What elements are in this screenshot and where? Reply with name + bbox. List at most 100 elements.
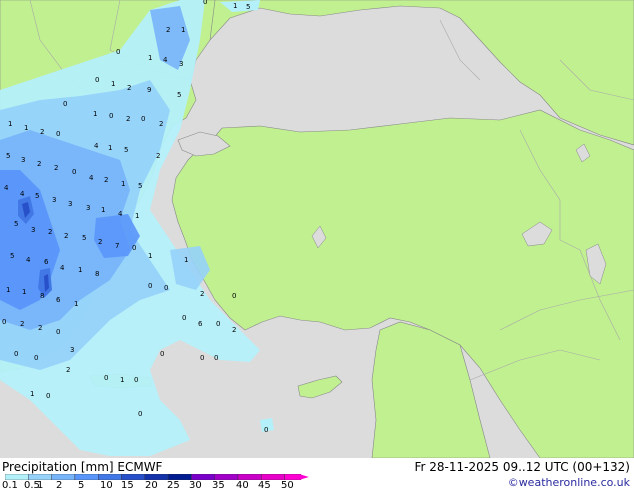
svg-text:8: 8: [95, 270, 99, 278]
svg-text:1: 1: [78, 266, 82, 274]
svg-text:0: 0: [104, 374, 108, 382]
svg-text:3: 3: [86, 204, 90, 212]
svg-text:1: 1: [135, 212, 139, 220]
svg-text:1: 1: [101, 206, 105, 214]
map-title: Precipitation [mm] ECMWF: [2, 460, 163, 474]
svg-text:6: 6: [56, 296, 61, 304]
svg-text:2: 2: [126, 115, 130, 123]
svg-text:1: 1: [30, 390, 34, 398]
svg-text:0: 0: [138, 410, 142, 418]
svg-text:1: 1: [24, 124, 28, 132]
svg-text:3: 3: [21, 156, 25, 164]
svg-text:5: 5: [35, 192, 39, 200]
svg-text:1: 1: [74, 300, 78, 308]
svg-text:0: 0: [14, 350, 18, 358]
legend-tick-label: 2: [56, 480, 63, 491]
legend-tick-label: 45: [258, 480, 271, 491]
svg-text:6: 6: [198, 320, 203, 328]
svg-text:1: 1: [8, 120, 12, 128]
precipitation-map[interactable]: 0 1 5 2 1 0 1 4 3 0 1 2 9 5 0 1 0 2 0 2 1 1 2 0 4 1 5 2 5 3 2 2 0…: [0, 0, 634, 458]
legend-tick-label: 0.1: [2, 480, 18, 491]
svg-text:0: 0: [56, 130, 60, 138]
svg-text:0: 0: [72, 168, 76, 176]
legend-tick-label: 40: [236, 480, 249, 491]
svg-text:5: 5: [246, 3, 250, 11]
run-info: Fr 28-11-2025 09..12 UTC (00+132): [414, 460, 630, 474]
svg-text:0: 0: [56, 328, 60, 336]
legend-tick-label: 20: [145, 480, 158, 491]
svg-text:0: 0: [203, 0, 207, 6]
svg-text:4: 4: [60, 264, 65, 272]
svg-text:4: 4: [20, 190, 25, 198]
svg-text:4: 4: [89, 174, 94, 182]
svg-text:2: 2: [166, 26, 170, 34]
svg-text:0: 0: [182, 314, 186, 322]
svg-text:3: 3: [68, 200, 72, 208]
svg-text:7: 7: [115, 242, 119, 250]
svg-text:5: 5: [14, 220, 18, 228]
svg-text:3: 3: [179, 60, 183, 68]
svg-text:2: 2: [200, 290, 204, 298]
svg-text:0: 0: [95, 76, 99, 84]
svg-text:4: 4: [26, 256, 31, 264]
svg-text:1: 1: [111, 80, 115, 88]
svg-text:2: 2: [232, 326, 236, 334]
svg-text:2: 2: [127, 84, 131, 92]
svg-text:6: 6: [44, 258, 49, 266]
svg-text:0: 0: [216, 320, 220, 328]
svg-text:0: 0: [141, 115, 145, 123]
svg-text:0: 0: [109, 112, 113, 120]
svg-text:2: 2: [156, 152, 160, 160]
svg-text:0: 0: [116, 48, 120, 56]
svg-text:3: 3: [31, 226, 35, 234]
svg-text:4: 4: [163, 56, 168, 64]
legend-tick-label: 5: [78, 480, 85, 491]
svg-text:0: 0: [214, 354, 218, 362]
map-canvas: 0 1 5 2 1 0 1 4 3 0 1 2 9 5 0 1 0 2 0 2 1 1 2 0 4 1 5 2 5 3 2 2 0…: [0, 0, 634, 458]
svg-text:2: 2: [104, 176, 108, 184]
svg-text:2: 2: [66, 366, 70, 374]
svg-text:5: 5: [124, 146, 128, 154]
svg-text:2: 2: [38, 324, 42, 332]
legend-tick-label: 10: [100, 480, 113, 491]
svg-text:5: 5: [82, 234, 86, 242]
svg-text:0: 0: [264, 426, 268, 434]
legend-arrow: [298, 474, 309, 480]
svg-text:5: 5: [10, 252, 14, 260]
svg-text:0: 0: [232, 292, 236, 300]
svg-text:0: 0: [134, 376, 138, 384]
legend-tick-label: 15: [121, 480, 134, 491]
svg-text:5: 5: [138, 182, 142, 190]
svg-text:0: 0: [34, 354, 38, 362]
svg-text:1: 1: [148, 252, 152, 260]
svg-text:0: 0: [46, 392, 50, 400]
svg-text:1: 1: [22, 288, 26, 296]
svg-text:4: 4: [94, 142, 99, 150]
svg-text:1: 1: [6, 286, 10, 294]
credit-link[interactable]: ©weatheronline.co.uk: [508, 476, 630, 489]
svg-text:1: 1: [93, 110, 97, 118]
svg-text:2: 2: [64, 232, 68, 240]
svg-text:1: 1: [108, 144, 112, 152]
legend-tick-label: 30: [189, 480, 202, 491]
svg-text:0: 0: [2, 318, 6, 326]
svg-text:1: 1: [233, 2, 237, 10]
legend-tick-label: 50: [281, 480, 294, 491]
svg-text:1: 1: [120, 376, 124, 384]
svg-text:2: 2: [20, 320, 24, 328]
svg-text:2: 2: [48, 228, 52, 236]
footer: Precipitation [mm] ECMWF Fr 28-11-2025 0…: [0, 458, 634, 491]
svg-text:4: 4: [4, 184, 9, 192]
svg-text:5: 5: [6, 152, 10, 160]
legend-tick-label: 25: [167, 480, 180, 491]
svg-text:0: 0: [200, 354, 204, 362]
svg-text:0: 0: [160, 350, 164, 358]
svg-text:0: 0: [132, 244, 136, 252]
svg-text:1: 1: [181, 26, 185, 34]
svg-text:5: 5: [177, 91, 181, 99]
svg-text:2: 2: [54, 164, 58, 172]
svg-text:8: 8: [40, 292, 44, 300]
svg-text:0: 0: [164, 284, 168, 292]
legend-tick-label: 35: [212, 480, 225, 491]
svg-text:4: 4: [118, 210, 123, 218]
